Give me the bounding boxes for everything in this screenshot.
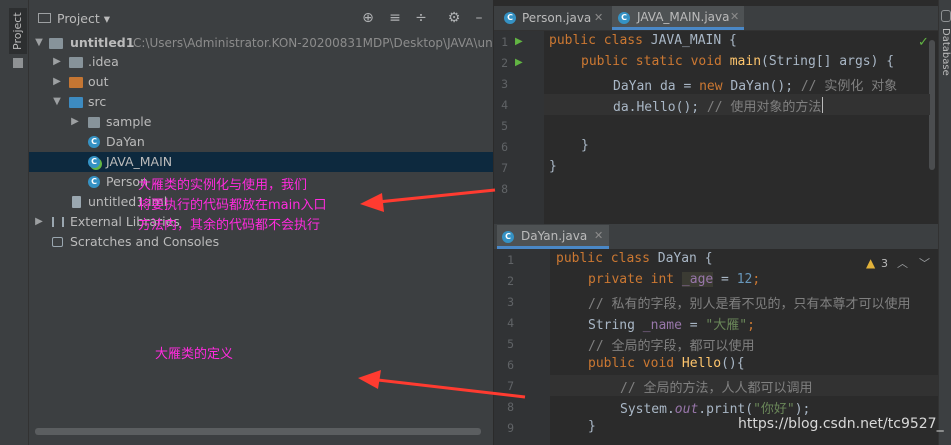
watermark: https://blog.csdn.net/tc9527_ [738,416,944,432]
annotation-arrow-class [358,370,526,399]
annotation-arrow-main [360,188,496,212]
annotation-arrows [358,188,526,399]
